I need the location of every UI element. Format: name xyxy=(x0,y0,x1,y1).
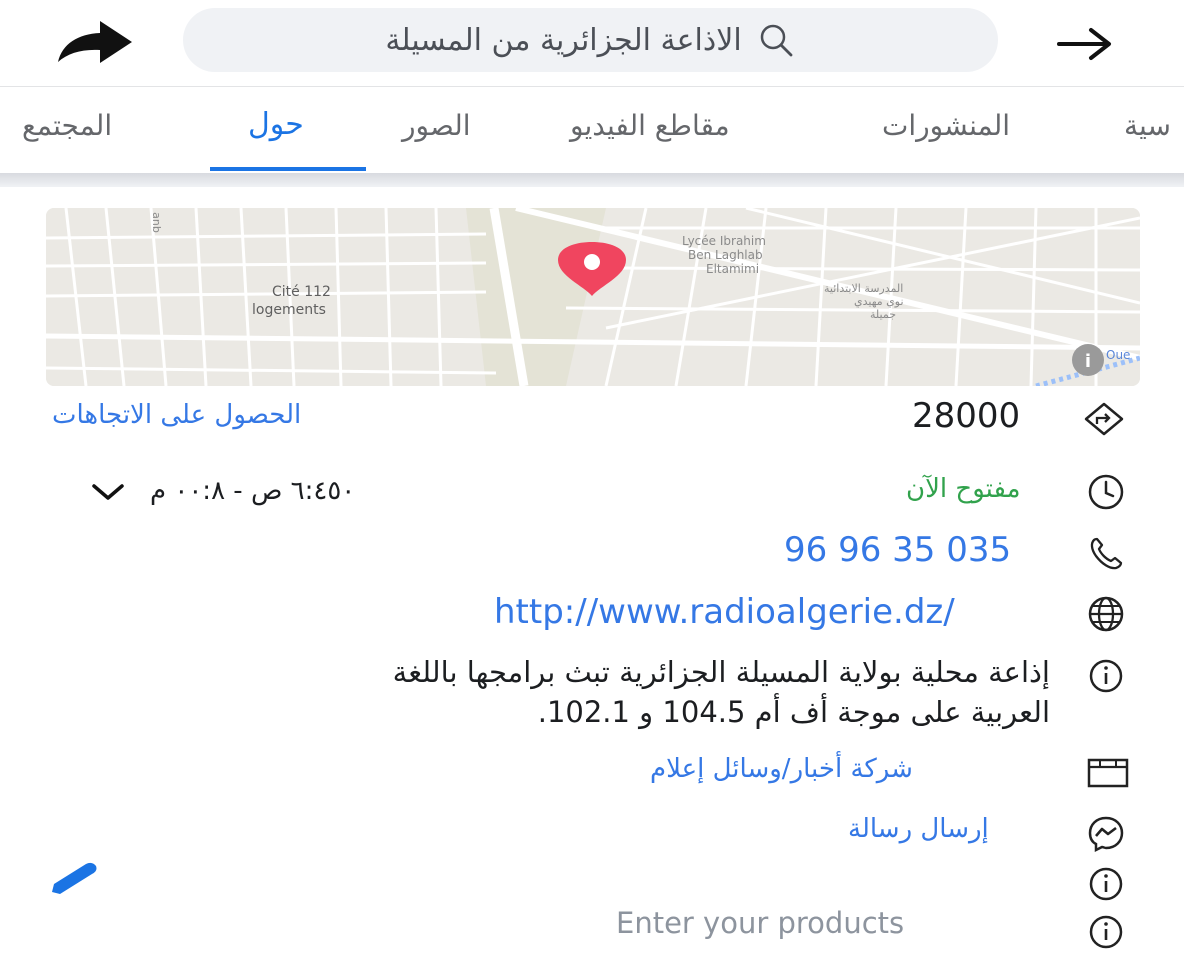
back-arrow-icon[interactable] xyxy=(1055,26,1115,62)
map-label-school-3: جميلة xyxy=(870,308,897,321)
tab-about[interactable]: حول xyxy=(248,107,304,142)
chevron-down-icon[interactable] xyxy=(90,480,126,504)
products-field[interactable]: Enter your products xyxy=(616,906,904,940)
search-icon xyxy=(760,24,793,57)
map-label-lycee-1: Lycée Ibrahim xyxy=(682,234,766,248)
section-divider xyxy=(0,173,1184,187)
location-map[interactable]: Cité 112 logements Lycée Ibrahim Ben Lag… xyxy=(46,208,1140,386)
tab-posts[interactable]: المنشورات xyxy=(882,109,1010,142)
website-link[interactable]: http://www.radioalgerie.dz/ xyxy=(494,592,955,632)
description-line-2: العربية على موجة أف أم 104.5 و 102.1. xyxy=(537,695,1050,729)
share-icon[interactable] xyxy=(52,18,136,66)
map-label-corner: Oue xyxy=(1106,348,1131,362)
tab-videos[interactable]: مقاطع الفيديو xyxy=(570,109,730,142)
map-pin-icon xyxy=(558,242,626,296)
globe-icon xyxy=(1088,596,1124,632)
map-label-school-2: نوي مهيدي xyxy=(854,295,904,308)
map-label-lycee-3: Eltamimi xyxy=(706,262,760,276)
tab-photos[interactable]: الصور xyxy=(402,109,471,142)
map-label-road: anb xyxy=(149,212,163,233)
send-message-link[interactable]: إرسال رسالة xyxy=(848,814,989,844)
postal-code: 28000 xyxy=(912,396,1021,436)
description-line-1: إذاعة محلية بولاية المسيلة الجزائرية تبث… xyxy=(392,655,1050,689)
svg-text:i: i xyxy=(1085,351,1091,372)
info-icon-2 xyxy=(1089,867,1123,901)
map-info-icon[interactable]: i xyxy=(1070,342,1106,378)
messenger-icon xyxy=(1088,816,1124,853)
search-text: الاذاعة الجزائرية من المسيلة xyxy=(385,22,742,58)
open-status: مفتوح الآن xyxy=(906,474,1021,504)
get-directions-link[interactable]: الحصول على الاتجاهات xyxy=(52,400,301,430)
info-icon xyxy=(1089,659,1123,693)
map-label-logements: logements xyxy=(252,302,326,318)
tab-overview[interactable]: سية xyxy=(1124,109,1171,142)
tab-community[interactable]: المجتمع xyxy=(22,109,112,142)
edit-pencil-icon[interactable] xyxy=(46,858,102,898)
category-link[interactable]: شركة أخبار/وسائل إعلام xyxy=(650,754,913,784)
phone-number[interactable]: 96 96 35 035 xyxy=(784,530,1011,570)
search-bar[interactable]: الاذاعة الجزائرية من المسيلة xyxy=(183,8,998,72)
map-label-cite: Cité 112 xyxy=(272,284,331,300)
category-folder-icon xyxy=(1087,758,1129,788)
phone-icon xyxy=(1090,537,1123,570)
profile-tabs: سية المنشورات مقاطع الفيديو الصور حول ال… xyxy=(0,87,1184,173)
active-tab-indicator xyxy=(210,167,366,171)
map-label-school-1: المدرسة الابتدائية xyxy=(824,282,904,295)
directions-icon xyxy=(1084,402,1124,436)
map-label-lycee-2: Ben Laghlab xyxy=(688,248,763,262)
page-description: إذاعة محلية بولاية المسيلة الجزائرية تبث… xyxy=(160,652,1050,732)
info-icon-3 xyxy=(1089,915,1123,949)
hours-text: ٦:٤٥٠ ص - ٠٠:٨ م xyxy=(150,476,356,506)
clock-icon xyxy=(1088,474,1124,510)
